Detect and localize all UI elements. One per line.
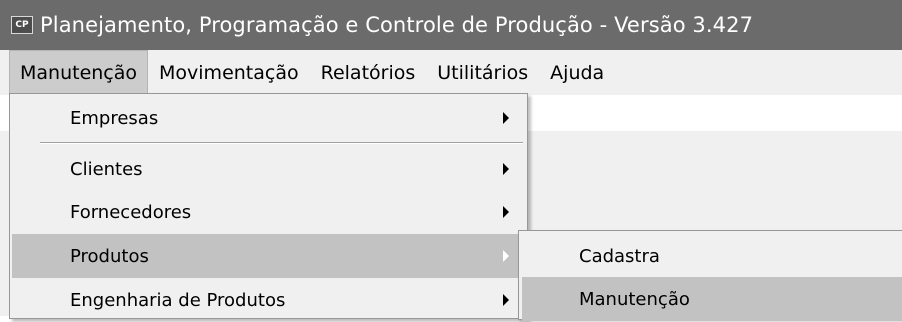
menu-item-engenharia-de-produtos[interactable]: Engenharia de Produtos xyxy=(12,278,525,322)
menu-ajuda[interactable]: Ajuda xyxy=(539,50,615,95)
menu-item-label: Empresas xyxy=(70,107,159,129)
manutencao-dropdown: Empresas Clientes Fornecedores Produtos … xyxy=(9,93,528,319)
window-title: Planejamento, Programação e Controle de … xyxy=(40,13,754,37)
menu-item-label: Fornecedores xyxy=(70,201,192,223)
submenu-item-cadastra[interactable]: Cadastra xyxy=(522,234,902,278)
app-icon[interactable]: CP xyxy=(11,16,33,34)
submenu-arrow-icon xyxy=(503,250,509,262)
menu-utilitarios[interactable]: Utilitários xyxy=(426,50,539,95)
submenu-arrow-icon xyxy=(503,163,509,175)
menu-item-label: Engenharia de Produtos xyxy=(70,289,286,311)
menu-item-label: Produtos xyxy=(70,245,149,267)
menu-bar: Manutenção Movimentação Relatórios Utili… xyxy=(0,50,902,95)
title-bar: CP Planejamento, Programação e Controle … xyxy=(0,0,902,50)
menu-item-label: Clientes xyxy=(70,158,143,180)
menu-item-empresas[interactable]: Empresas xyxy=(12,96,525,140)
menu-movimentacao[interactable]: Movimentação xyxy=(148,50,310,95)
menu-relatorios[interactable]: Relatórios xyxy=(310,50,427,95)
submenu-item-label: Cadastra xyxy=(579,245,660,267)
submenu-item-manutencao[interactable]: Manutenção xyxy=(522,277,902,321)
menu-item-fornecedores[interactable]: Fornecedores xyxy=(12,190,525,234)
menu-item-produtos[interactable]: Produtos xyxy=(12,234,525,278)
submenu-arrow-icon xyxy=(503,206,509,218)
menu-separator xyxy=(40,142,523,144)
produtos-submenu: Cadastra Manutenção xyxy=(518,230,902,321)
menu-manutencao[interactable]: Manutenção xyxy=(9,50,149,95)
submenu-arrow-icon xyxy=(503,294,509,306)
submenu-item-label: Manutenção xyxy=(579,288,690,310)
submenu-arrow-icon xyxy=(503,112,509,124)
menu-item-clientes[interactable]: Clientes xyxy=(12,147,525,191)
